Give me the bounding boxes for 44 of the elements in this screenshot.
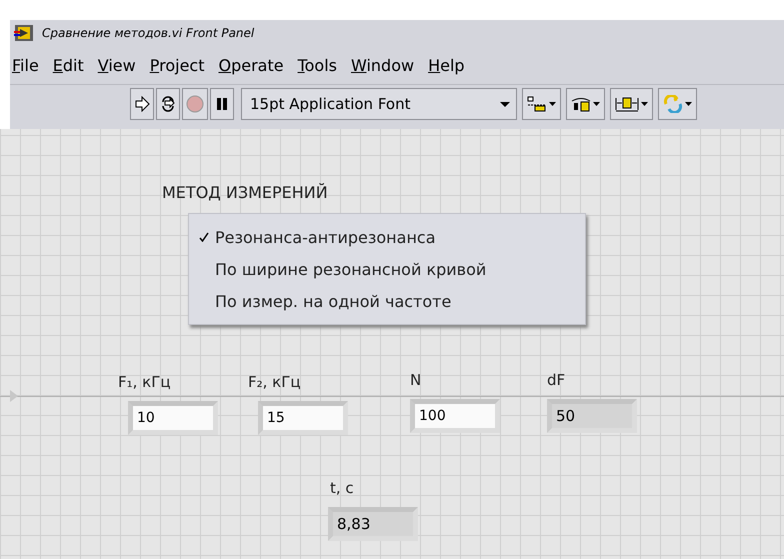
menu-item[interactable]: Operate bbox=[218, 56, 284, 74]
numeric-label: F₁, кГц bbox=[118, 373, 171, 391]
stop-icon bbox=[186, 95, 204, 113]
run-arrow-button[interactable] bbox=[130, 88, 154, 120]
numeric-control[interactable]: 100 bbox=[410, 399, 500, 433]
menu-option[interactable]: По измер. на одной частоте bbox=[189, 285, 585, 317]
ring-label: МЕТОД ИЗМЕРЕНИЙ bbox=[162, 183, 328, 202]
menu-option[interactable]: Резонанса-антирезонанса bbox=[189, 221, 585, 253]
numeric-indicator: 50 bbox=[547, 399, 637, 433]
align-icon bbox=[527, 96, 547, 112]
caret-icon bbox=[593, 102, 600, 106]
window-title: Сравнение методов.vi Front Panel bbox=[42, 26, 254, 40]
circular-arrows-icon bbox=[663, 95, 683, 113]
menu-item[interactable]: Window bbox=[351, 56, 414, 74]
vi-icon bbox=[14, 24, 34, 42]
resize-icon bbox=[615, 96, 639, 112]
menu-item[interactable]: View bbox=[98, 56, 136, 74]
numeric-label: t, c bbox=[330, 479, 354, 497]
numeric-label: N bbox=[410, 371, 422, 389]
circular-arrows-icon bbox=[160, 96, 176, 112]
resize-objects-button[interactable] bbox=[610, 88, 653, 120]
menu-item[interactable]: Help bbox=[428, 56, 465, 74]
caret-icon bbox=[549, 102, 556, 106]
numeric-label: F₂, кГц bbox=[248, 373, 301, 391]
splitter-arrow-icon bbox=[10, 390, 18, 402]
numeric-label: dF bbox=[547, 371, 566, 389]
menu-item[interactable]: Tools bbox=[298, 56, 337, 74]
run-continuously-button[interactable] bbox=[156, 88, 180, 120]
caret-icon bbox=[685, 102, 692, 106]
numeric-indicator: 8,83 bbox=[328, 507, 418, 541]
distribute-icon bbox=[571, 96, 591, 112]
menu-item[interactable]: Project bbox=[150, 56, 204, 74]
menu-option[interactable]: По ширине резонансной кривой bbox=[189, 253, 585, 285]
numeric-control[interactable]: 10 bbox=[128, 401, 218, 435]
menu-item[interactable]: Edit bbox=[52, 56, 84, 74]
caret-icon bbox=[641, 102, 648, 106]
menu-item[interactable]: File bbox=[12, 56, 39, 74]
arrow-icon bbox=[134, 96, 150, 112]
pause-button[interactable] bbox=[210, 88, 234, 120]
font-dropdown[interactable]: 15pt Application Font bbox=[241, 88, 517, 120]
align-objects-button[interactable] bbox=[522, 88, 561, 120]
distribute-objects-button[interactable] bbox=[566, 88, 605, 120]
numeric-control[interactable]: 15 bbox=[258, 401, 348, 435]
pause-icon bbox=[215, 97, 229, 111]
